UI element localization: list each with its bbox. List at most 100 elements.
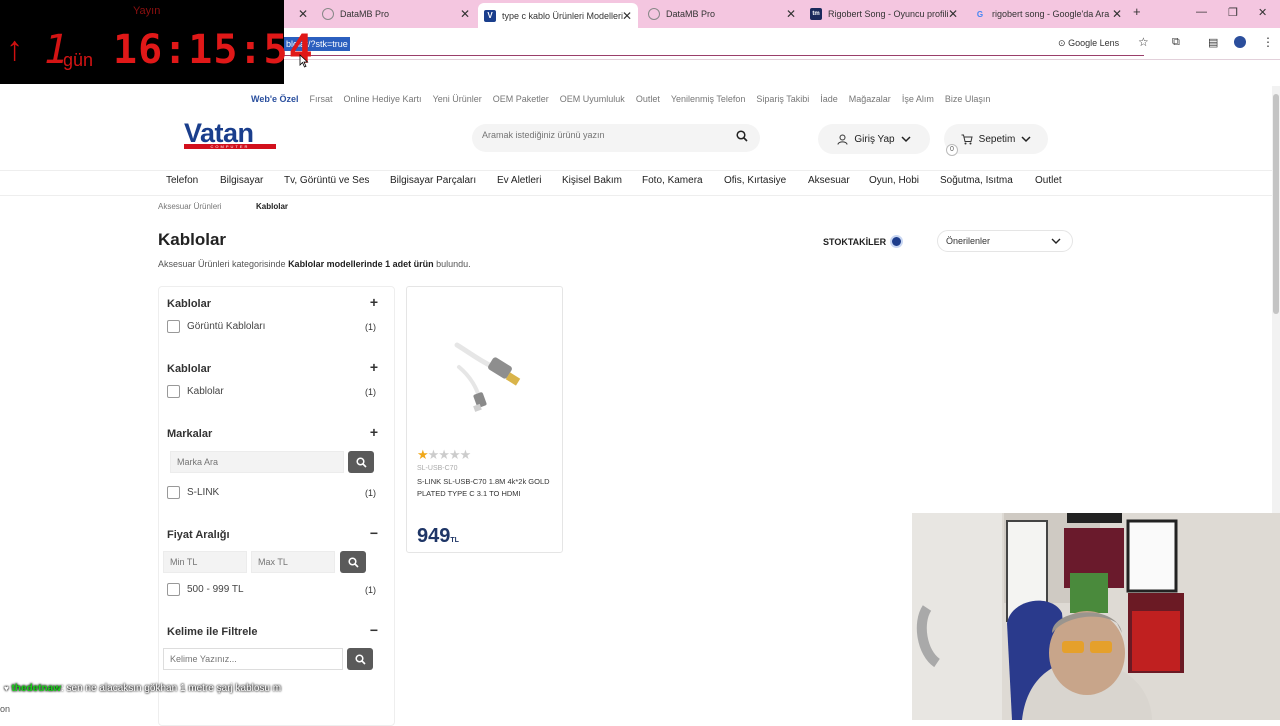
mouse-cursor-icon [299, 54, 309, 68]
collapse-minus-icon[interactable]: − [370, 525, 378, 541]
category-photo[interactable]: Foto, Kamera [642, 175, 703, 186]
close-tab-icon[interactable]: ✕ [1112, 7, 1122, 21]
filter-group-title[interactable]: Kelime ile Filtrele [167, 626, 257, 638]
nav-link-careers[interactable]: İşe Alım [902, 94, 934, 104]
category-bilgisayar[interactable]: Bilgisayar [220, 175, 263, 186]
close-tab-icon[interactable]: ✕ [460, 7, 470, 21]
nav-link-oem-compat[interactable]: OEM Uyumluluk [560, 94, 625, 104]
bookmark-star-icon[interactable]: ☆ [1138, 35, 1149, 49]
category-tv[interactable]: Tv, Görüntü ve Ses [284, 175, 369, 186]
price-search-button[interactable] [340, 551, 366, 573]
sidebar-icon[interactable]: ▤ [1208, 36, 1218, 49]
brand-search-button[interactable] [348, 451, 374, 473]
category-accessories[interactable]: Aksesuar [808, 175, 850, 186]
nav-link-oem-packages[interactable]: OEM Paketler [493, 94, 549, 104]
product-price: 949TL [417, 525, 459, 548]
extensions-icon[interactable]: ⧉ [1172, 36, 1180, 49]
max-price-input[interactable] [251, 551, 335, 573]
category-pc-parts[interactable]: Bilgisayar Parçaları [390, 175, 476, 186]
nav-link-contact[interactable]: Bize Ulaşın [945, 94, 991, 104]
nav-link-gift-card[interactable]: Online Hediye Kartı [344, 94, 422, 104]
nav-link-order-tracking[interactable]: Sipariş Takibi [756, 94, 809, 104]
heart-icon: ♥ [4, 684, 9, 693]
category-office[interactable]: Ofis, Kırtasiye [724, 175, 786, 186]
close-tab-icon[interactable]: ✕ [622, 9, 632, 23]
chat-message: ♥ thedetnaw: sen ne alacaksın gökhan 1 m… [4, 683, 281, 694]
expand-plus-icon[interactable]: + [370, 359, 378, 375]
restore-icon[interactable]: ❐ [1228, 6, 1238, 19]
filter-group-title[interactable]: Kablolar [167, 298, 211, 310]
close-tab-icon[interactable]: ✕ [786, 7, 796, 21]
category-climate[interactable]: Soğutma, Isıtma [940, 175, 1013, 186]
menu-dots-icon[interactable]: ⋮ [1262, 35, 1274, 49]
category-telefon[interactable]: Telefon [166, 175, 198, 186]
rating-stars: ★★★★★ [417, 447, 472, 463]
nav-link-refurbished[interactable]: Yenilenmiş Telefon [671, 94, 746, 104]
star-empty-icon: ★★★★ [427, 447, 472, 462]
webcam-image [912, 513, 1280, 720]
google-lens-button[interactable]: ⊙ Google Lens [1058, 38, 1119, 49]
collapse-minus-icon[interactable]: − [370, 622, 378, 638]
filter-option-label: S-LINK [187, 487, 220, 498]
search-input[interactable] [482, 130, 722, 140]
category-home-appliances[interactable]: Ev Aletleri [497, 175, 541, 186]
browser-tab[interactable]: ✕ [284, 3, 314, 25]
tab-title: type c kablo Ürünleri Modelleri [502, 10, 624, 21]
search-icon [354, 653, 366, 665]
browser-tab-active[interactable]: V type c kablo Ürünleri Modelleri ✕ [478, 3, 638, 28]
login-button[interactable]: Giriş Yap [818, 124, 930, 154]
filter-group-title[interactable]: Kablolar [167, 363, 211, 375]
expand-plus-icon[interactable]: + [370, 424, 378, 440]
close-tab-icon[interactable]: ✕ [298, 7, 308, 21]
browser-tab[interactable]: tm Rigobert Song - Oyuncu profili ✕ [804, 3, 964, 25]
product-image[interactable] [447, 337, 527, 415]
filter-checkbox[interactable] [167, 385, 180, 398]
scrollbar-thumb[interactable] [1273, 94, 1279, 314]
sort-select[interactable]: Önerilenler [937, 230, 1073, 252]
keyword-search-button[interactable] [347, 648, 373, 670]
logo-wordmark: Vatan [184, 118, 254, 148]
filter-checkbox[interactable] [167, 486, 180, 499]
chat-message-partial: on [0, 704, 11, 714]
nav-link-firsat[interactable]: Fırsat [310, 94, 333, 104]
category-outlet[interactable]: Outlet [1035, 175, 1062, 186]
in-stock-label: STOKTAKİLER [823, 236, 887, 247]
minimize-icon[interactable]: — [1196, 6, 1207, 18]
nav-link-stores[interactable]: Mağazalar [849, 94, 891, 104]
product-card[interactable]: ★★★★★ SL-USB-C70 S-LINK SL-USB-C70 1.8M … [406, 286, 563, 553]
profile-avatar[interactable] [1234, 36, 1246, 48]
expand-plus-icon[interactable]: + [370, 294, 378, 310]
browser-tab[interactable]: DataMB Pro ✕ [642, 3, 802, 25]
product-name[interactable]: S-LINK SL-USB-C70 1.8M 4k*2k GOLD PLATED… [417, 476, 557, 500]
new-tab-button[interactable]: + [1133, 4, 1141, 19]
breadcrumb-aksesuar[interactable]: Aksesuar Ürünleri [158, 202, 222, 211]
chat-text: : sen ne alacaksın gökhan 1 metre şarj k… [60, 683, 282, 694]
nav-link-returns[interactable]: İade [820, 94, 838, 104]
vatan-logo[interactable]: Vatan COMPUTER [184, 120, 278, 150]
min-price-input[interactable] [163, 551, 247, 573]
search-icon[interactable] [736, 130, 748, 142]
close-window-icon[interactable]: ✕ [1258, 6, 1267, 19]
category-games[interactable]: Oyun, Hobi [869, 175, 919, 186]
brand-search-input[interactable] [170, 451, 344, 473]
close-tab-icon[interactable]: ✕ [948, 7, 958, 21]
filter-group-title[interactable]: Fiyat Aralığı [167, 529, 230, 541]
breadcrumb-current: Kablolar [256, 202, 289, 211]
price-value: 949 [417, 525, 451, 547]
filter-checkbox[interactable] [167, 583, 180, 596]
filter-option-label: Kablolar [187, 386, 224, 397]
transfermarkt-favicon-icon: tm [810, 8, 822, 20]
cart-button[interactable]: Sepetim [944, 124, 1048, 154]
filter-group-title[interactable]: Markalar [167, 428, 212, 440]
browser-tab[interactable]: DataMB Pro ✕ [316, 3, 476, 25]
browser-tab[interactable]: G rigobert song - Google'da Ara ✕ [968, 3, 1128, 25]
nav-link-outlet[interactable]: Outlet [636, 94, 660, 104]
nav-link-webe-ozel[interactable]: Web'e Özel [251, 94, 299, 104]
chat-username: thedetnaw [11, 683, 61, 694]
filter-checkbox[interactable] [167, 320, 180, 333]
in-stock-toggle[interactable]: STOKTAKİLER [823, 235, 904, 248]
cart-icon [961, 134, 973, 144]
category-personal-care[interactable]: Kişisel Bakım [562, 175, 622, 186]
keyword-input[interactable] [163, 648, 343, 670]
nav-link-new-products[interactable]: Yeni Ürünler [433, 94, 482, 104]
